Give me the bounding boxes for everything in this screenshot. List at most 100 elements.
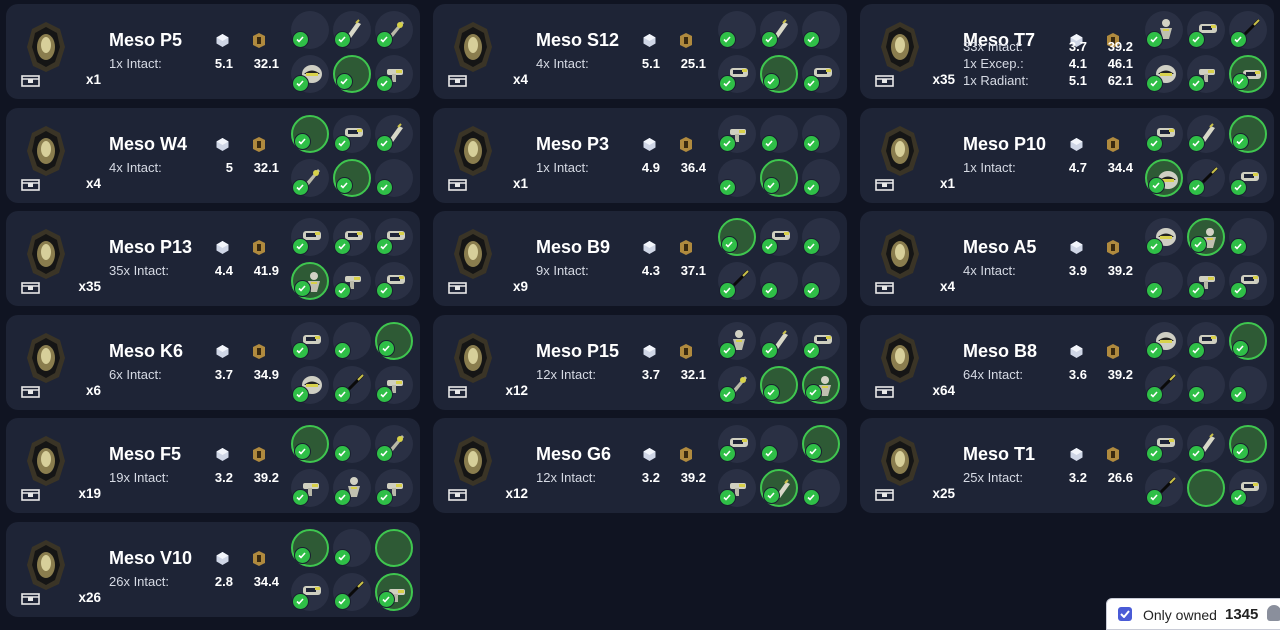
reward-part-helmet[interactable] (1145, 321, 1183, 360)
reward-part-barrel[interactable] (333, 114, 371, 153)
reward-part-figure[interactable] (718, 321, 756, 360)
reward-part-none[interactable] (333, 321, 371, 360)
relic-card[interactable]: x12 Meso G6 12x Intact: 3.2 39.2 (433, 418, 847, 513)
reward-part-none[interactable] (718, 11, 756, 49)
reward-part-barrel[interactable] (1229, 55, 1267, 93)
reward-part-none[interactable] (760, 158, 798, 197)
relic-card[interactable]: x4 Meso S12 4x Intact: 5.1 25.1 (433, 4, 847, 99)
relic-card[interactable]: x4 Meso A5 4x Intact: 3.9 39.2 (860, 211, 1274, 306)
relic-card[interactable]: x6 Meso K6 6x Intact: 3.7 34.9 (6, 314, 420, 410)
reward-part-gun[interactable] (291, 469, 329, 507)
reward-part-helmet[interactable] (291, 365, 329, 404)
reward-part-none[interactable] (760, 114, 798, 153)
reward-part-none[interactable] (291, 11, 329, 49)
reward-part-none[interactable] (1229, 114, 1267, 153)
reward-part-none[interactable] (1145, 262, 1183, 300)
reward-part-figure[interactable] (1145, 11, 1183, 49)
reward-part-helmet[interactable] (291, 55, 329, 93)
reward-part-figure[interactable] (333, 469, 371, 507)
relic-card[interactable]: x9 Meso B9 9x Intact: 4.3 37.1 (433, 211, 847, 306)
reward-part-barrel[interactable] (291, 572, 329, 611)
relic-card[interactable]: x1 Meso P10 1x Intact: 4.7 34.4 (860, 107, 1274, 203)
relic-card[interactable]: x19 Meso F5 19x Intact: 3.2 39.2 (6, 418, 420, 513)
reward-part-none[interactable] (1229, 321, 1267, 360)
reward-part-none[interactable] (1229, 218, 1267, 256)
reward-part-barrel[interactable] (1229, 158, 1267, 197)
reward-part-barrel[interactable] (1145, 114, 1183, 153)
reward-part-none[interactable] (1229, 425, 1267, 463)
reward-part-none[interactable] (760, 365, 798, 404)
reward-part-blade[interactable] (1187, 425, 1225, 463)
relic-card[interactable]: x35 Meso T7 33x Intact: 3.7 39.2 1x Excep.: 4.… (860, 4, 1274, 99)
reward-part-gun[interactable] (1187, 262, 1225, 300)
reward-part-barrel[interactable] (375, 262, 413, 300)
reward-part-none[interactable] (333, 528, 371, 567)
relic-card[interactable]: x1 Meso P5 1x Intact: 5.1 32.1 (6, 4, 420, 99)
reward-part-figure[interactable] (291, 262, 329, 300)
reward-part-barrel[interactable] (333, 218, 371, 256)
relic-card[interactable]: x25 Meso T1 25x Intact: 3.2 26.6 (860, 418, 1274, 513)
reward-part-barrel[interactable] (1187, 11, 1225, 49)
reward-part-stick[interactable] (1145, 365, 1183, 404)
reward-part-barrel[interactable] (1229, 262, 1267, 300)
reward-part-gun[interactable] (333, 262, 371, 300)
reward-part-barrel[interactable] (291, 321, 329, 360)
reward-part-barrel[interactable] (1229, 469, 1267, 507)
relic-card[interactable]: x12 Meso P15 12x Intact: 3.7 32.1 (433, 314, 847, 410)
reward-part-none[interactable] (718, 158, 756, 197)
reward-part-gun[interactable] (375, 365, 413, 404)
reward-part-none[interactable] (333, 55, 371, 93)
reward-part-blade[interactable] (333, 11, 371, 49)
reward-part-barrel[interactable] (760, 218, 798, 256)
reward-part-none[interactable] (1187, 469, 1225, 507)
reward-part-none[interactable] (718, 218, 756, 256)
reward-part-stick[interactable] (1187, 158, 1225, 197)
reward-part-none[interactable] (375, 158, 413, 197)
reward-part-gun[interactable] (1187, 55, 1225, 93)
reward-part-stock[interactable] (375, 425, 413, 463)
reward-part-helmet[interactable] (1145, 158, 1183, 197)
reward-part-none[interactable] (291, 425, 329, 463)
reward-part-helmet[interactable] (1145, 55, 1183, 93)
reward-part-barrel[interactable] (1187, 321, 1225, 360)
reward-part-none[interactable] (760, 55, 798, 93)
reward-part-barrel[interactable] (802, 321, 840, 360)
reward-part-figure[interactable] (802, 365, 840, 404)
reward-part-barrel[interactable] (802, 55, 840, 93)
reward-part-barrel[interactable] (718, 55, 756, 93)
reward-part-stick[interactable] (333, 365, 371, 404)
reward-part-none[interactable] (802, 11, 840, 49)
reward-part-gun[interactable] (375, 55, 413, 93)
relic-card[interactable]: x35 Meso P13 35x Intact: 4.4 41.9 (6, 211, 420, 306)
reward-part-none[interactable] (802, 425, 840, 463)
only-owned-checkbox[interactable] (1118, 607, 1132, 621)
reward-part-none[interactable] (1229, 365, 1267, 404)
reward-part-stock[interactable] (291, 158, 329, 197)
reward-part-none[interactable] (375, 321, 413, 360)
reward-part-stick[interactable] (718, 262, 756, 300)
reward-part-none[interactable] (802, 262, 840, 300)
reward-part-helmet[interactable] (1145, 218, 1183, 256)
reward-part-none[interactable] (802, 469, 840, 507)
reward-part-gun[interactable] (718, 114, 756, 153)
reward-part-gun[interactable] (718, 469, 756, 507)
reward-part-none[interactable] (802, 218, 840, 256)
reward-part-blade[interactable] (760, 469, 798, 507)
relic-card[interactable]: x26 Meso V10 26x Intact: 2.8 34.4 (6, 521, 420, 617)
reward-part-barrel[interactable] (718, 425, 756, 463)
reward-part-none[interactable] (333, 425, 371, 463)
reward-part-barrel[interactable] (1145, 425, 1183, 463)
reward-part-none[interactable] (760, 425, 798, 463)
reward-part-none[interactable] (291, 114, 329, 153)
reward-part-none[interactable] (375, 528, 413, 567)
reward-part-none[interactable] (1187, 365, 1225, 404)
reward-part-stick[interactable] (1229, 11, 1267, 49)
reward-part-blade[interactable] (760, 11, 798, 49)
relic-card[interactable]: x1 Meso P3 1x Intact: 4.9 36.4 (433, 107, 847, 203)
relic-card[interactable]: x4 Meso W4 4x Intact: 5 32.1 (6, 107, 420, 203)
reward-part-barrel[interactable] (291, 218, 329, 256)
reward-part-none[interactable] (760, 262, 798, 300)
reward-part-stock[interactable] (718, 365, 756, 404)
reward-part-stick[interactable] (1145, 469, 1183, 507)
reward-part-gun[interactable] (375, 572, 413, 611)
